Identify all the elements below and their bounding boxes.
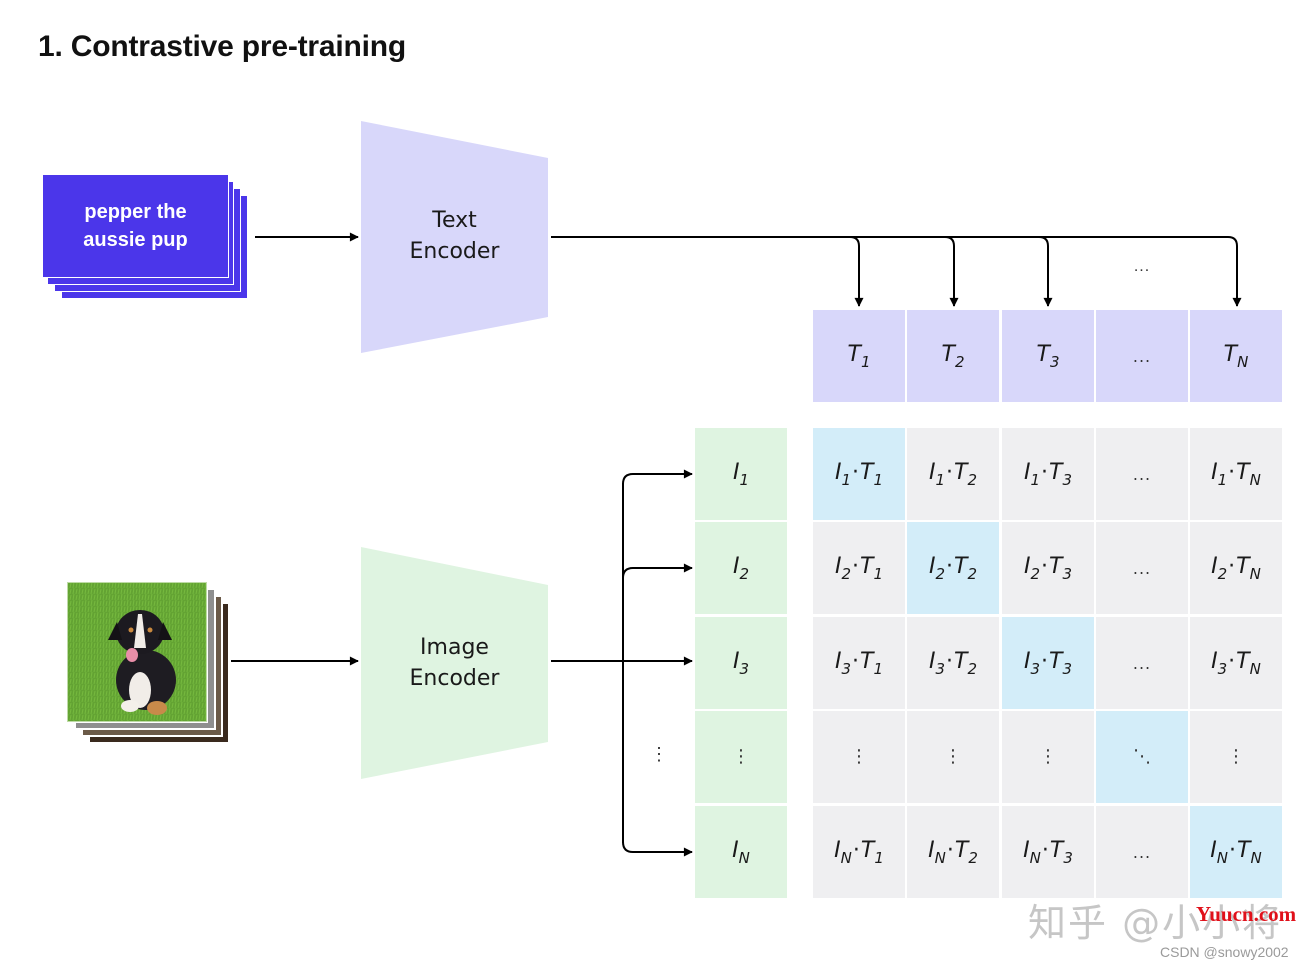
matrix-cell-2-n: I2·TN — [1190, 522, 1282, 614]
image-encoder-label-line-2: Encoder — [409, 666, 500, 691]
arrow-to-t3 — [1038, 236, 1053, 307]
matrix-cell-1-3: I1·T3 — [1002, 428, 1094, 520]
text-encoder-label: Text Encoder — [361, 205, 548, 267]
matrix-cell-n-2: IN·T2 — [907, 806, 999, 898]
dot-product-label: I1·TN — [1211, 459, 1261, 489]
horizontal-ellipsis: ... — [1132, 464, 1152, 484]
matrix-cell-3-dots: ... — [1096, 617, 1188, 709]
arrow-to-t1 — [849, 236, 864, 307]
image-encoder-label: Image Encoder — [361, 632, 548, 694]
matrix-cell-2-2: I2·T2 — [907, 522, 999, 614]
vertical-ellipsis-label: ⋮ — [732, 746, 750, 767]
text-embedding-label: TN — [1223, 341, 1249, 371]
image-embedding-n: IN — [695, 806, 787, 898]
vertical-ellipsis: ⋮ — [850, 746, 868, 767]
dot-product-label: IN·T2 — [928, 837, 978, 867]
image-embedding-label: IN — [732, 837, 750, 867]
text-embedding-ellipsis: ... — [1096, 310, 1188, 402]
yuucn-watermark: Yuucn.com — [1196, 902, 1297, 926]
image-embedding-label: I3 — [732, 648, 750, 678]
arrow-to-t2 — [944, 236, 959, 307]
text-arrows-ellipsis: ... — [1133, 258, 1151, 275]
matrix-cell-3-3: I3·T3 — [1002, 617, 1094, 709]
image-embedding-label: I1 — [732, 459, 750, 489]
image-embedding-1: I1 — [695, 428, 787, 520]
text-embedding-label: T1 — [847, 341, 871, 371]
horizontal-ellipsis: ... — [1132, 842, 1152, 862]
matrix-cell-n-1: IN·T1 — [813, 806, 905, 898]
matrix-cell-1-2: I1·T2 — [907, 428, 999, 520]
csdn-watermark: CSDN @snowy2002 — [1160, 944, 1289, 960]
matrix-cell-3-1: I3·T1 — [813, 617, 905, 709]
matrix-cell-2-3: I2·T3 — [1002, 522, 1094, 614]
dot-product-label: IN·TN — [1210, 837, 1262, 867]
vertical-ellipsis: ⋮ — [1227, 746, 1245, 767]
horizontal-ellipsis: ... — [1132, 558, 1152, 578]
image-bus-ellipsis: ⋮ — [650, 744, 668, 764]
matrix-cell-3-2: I3·T2 — [907, 617, 999, 709]
arrow-to-i2 — [622, 563, 693, 579]
matrix-cell-1-1: I1·T1 — [813, 428, 905, 520]
dot-product-label: IN·T3 — [1023, 837, 1073, 867]
matrix-cell-dots-2: ⋮ — [907, 711, 999, 803]
dog-photo-icon — [66, 581, 208, 723]
text-input-line-2: aussie pup — [83, 229, 188, 251]
matrix-cell-n-dots: ... — [1096, 806, 1188, 898]
dot-product-label: I3·TN — [1211, 648, 1261, 678]
text-embedding-3: T3 — [1002, 310, 1094, 402]
matrix-cell-dots-1: ⋮ — [813, 711, 905, 803]
dot-product-label: IN·T1 — [834, 837, 884, 867]
dot-product-label: I2·TN — [1211, 553, 1261, 583]
image-embedding-2: I2 — [695, 522, 787, 614]
text-bus-line — [551, 236, 1238, 247]
matrix-cell-2-dots: ... — [1096, 522, 1188, 614]
arrow-to-in — [622, 841, 693, 857]
dot-product-label: I1·T2 — [928, 459, 978, 489]
matrix-cell-1-dots: ... — [1096, 428, 1188, 520]
image-embedding-3: I3 — [695, 617, 787, 709]
matrix-cell-dots-dots: ⋱ — [1096, 711, 1188, 803]
matrix-cell-dots-n: ⋮ — [1190, 711, 1282, 803]
dot-product-label: I2·T3 — [1023, 553, 1073, 583]
text-input-card: pepper the aussie pup — [42, 174, 229, 278]
matrix-cell-2-1: I2·T1 — [813, 522, 905, 614]
text-embedding-label: T3 — [1036, 341, 1060, 371]
text-embedding-label: T2 — [941, 341, 965, 371]
dot-product-label: I2·T1 — [834, 553, 884, 583]
text-encoder-label-line-1: Text — [432, 208, 477, 233]
text-input-line-1: pepper the — [84, 201, 187, 223]
text-encoder-label-line-2: Encoder — [409, 239, 500, 264]
image-encoder-label-line-1: Image — [420, 635, 489, 660]
dot-product-label: I3·T3 — [1023, 648, 1073, 678]
text-embedding-2: T2 — [907, 310, 999, 402]
dot-product-label: I3·T2 — [928, 648, 978, 678]
dot-product-label: I1·T3 — [1023, 459, 1073, 489]
image-embedding-ellipsis: ⋮ — [695, 711, 787, 803]
matrix-cell-n-3: IN·T3 — [1002, 806, 1094, 898]
text-embedding-n: TN — [1190, 310, 1282, 402]
arrow-to-i1 — [622, 469, 693, 485]
image-embedding-label: I2 — [732, 553, 750, 583]
ellipsis-label: ... — [1132, 346, 1152, 366]
horizontal-ellipsis: ... — [1132, 653, 1152, 673]
dot-product-label: I3·T1 — [834, 648, 884, 678]
text-embedding-1: T1 — [813, 310, 905, 402]
image-stack — [66, 581, 230, 744]
matrix-cell-3-n: I3·TN — [1190, 617, 1282, 709]
vertical-ellipsis: ⋮ — [1039, 746, 1057, 767]
diagonal-ellipsis: ⋱ — [1133, 746, 1151, 767]
dot-product-label: I1·T1 — [834, 459, 884, 489]
matrix-cell-dots-3: ⋮ — [1002, 711, 1094, 803]
vertical-ellipsis: ⋮ — [944, 746, 962, 767]
matrix-cell-1-n: I1·TN — [1190, 428, 1282, 520]
dot-product-label: I2·T2 — [928, 553, 978, 583]
matrix-cell-n-n: IN·TN — [1190, 806, 1282, 898]
